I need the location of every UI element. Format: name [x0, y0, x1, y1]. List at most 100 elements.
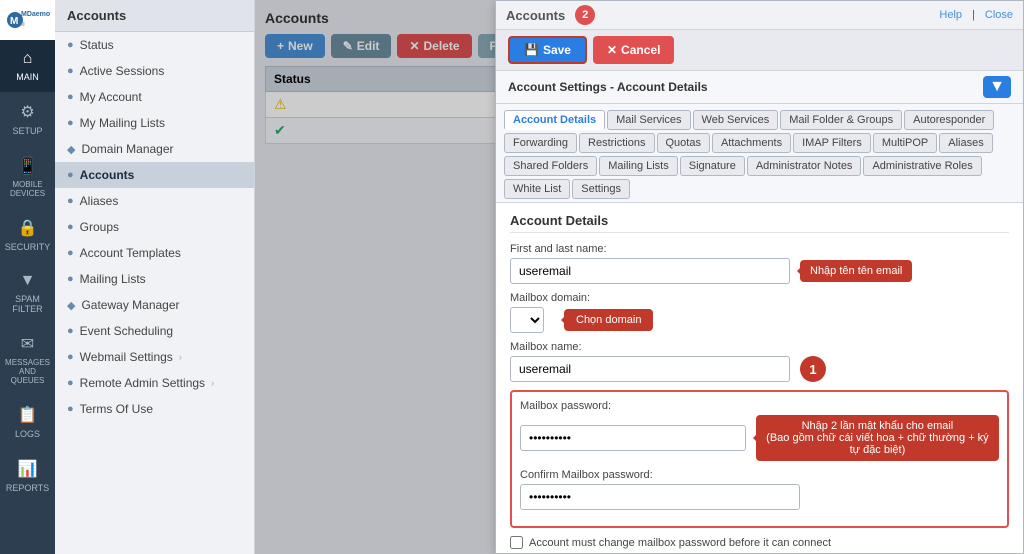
gear-icon: ⚙ [20, 102, 34, 122]
nav-label-aliases: Aliases [80, 194, 119, 208]
nav-item-terms[interactable]: ● Terms Of Use [55, 396, 254, 422]
tab-shared-folders[interactable]: Shared Folders [504, 156, 597, 176]
tab-attachments[interactable]: Attachments [712, 133, 791, 153]
modal-actions: 💾 Save ✕ Cancel [508, 36, 674, 64]
cancel-icon: ✕ [607, 43, 617, 57]
confirm-password-input[interactable] [520, 484, 800, 510]
nav-item-my-account[interactable]: ● My Account [55, 84, 254, 110]
modal-topbar-links: Help | Close [939, 9, 1013, 21]
chevron-down-icon[interactable]: ▼ [983, 76, 1011, 98]
nav-item-status[interactable]: ● Status [55, 32, 254, 58]
first-last-name-label: First and last name: [510, 243, 1009, 255]
tab-white-list[interactable]: White List [504, 179, 570, 199]
first-last-name-row: First and last name: Nhập tên tên email [510, 243, 1009, 284]
nav-item-groups[interactable]: ● Groups [55, 214, 254, 240]
password-label: Mailbox password: [520, 400, 999, 412]
sidebar-item-messages[interactable]: ✉ MESSAGES AND QUEUES [0, 324, 55, 395]
password-input[interactable] [520, 425, 746, 451]
sidebar-item-reports[interactable]: 📊 REPORTS [0, 449, 55, 503]
password-section: Mailbox password: Nhập 2 lần mật khẩu ch… [510, 390, 1009, 528]
tab-administrative-roles[interactable]: Administrative Roles [863, 156, 981, 176]
svg-text:M: M [10, 16, 18, 27]
nav-label-gateway-manager: Gateway Manager [81, 298, 179, 312]
tab-mail-services[interactable]: Mail Services [607, 110, 690, 130]
sidebar-item-logs[interactable]: 📋 LOGS [0, 395, 55, 449]
account-icon: ● [67, 91, 74, 103]
sidebar-label-reports: REPORTS [6, 483, 49, 493]
tab-mailing-lists[interactable]: Mailing Lists [599, 156, 678, 176]
nav-label-my-account: My Account [80, 90, 142, 104]
status-icon: ● [67, 39, 74, 51]
sessions-icon: ● [67, 65, 74, 77]
confirm-password-label: Confirm Mailbox password: [520, 469, 999, 481]
modal-badge: 2 [575, 5, 595, 25]
nav-item-gateway-manager[interactable]: ◆ Gateway Manager [55, 292, 254, 318]
nav-label-account-templates: Account Templates [80, 246, 181, 260]
tabs-row-4: White List Settings [504, 179, 1015, 199]
subtitle-text: Account Settings - Account Details [508, 80, 708, 94]
nav-item-my-mailing-lists[interactable]: ● My Mailing Lists [55, 110, 254, 136]
tab-administrator-notes[interactable]: Administrator Notes [747, 156, 862, 176]
help-link[interactable]: Help [939, 9, 962, 21]
password-hint-line1: Nhập 2 lần mật khẩu cho email [802, 420, 954, 432]
chart-icon: 📊 [18, 459, 38, 479]
nav-item-accounts[interactable]: ● Accounts [55, 162, 254, 188]
sidebar-item-spam[interactable]: ▼ SPAM FILTER [0, 262, 55, 324]
main-area: Accounts + New ✎ Edit ✕ Delete F... Stat… [255, 0, 1024, 554]
nav-item-active-sessions[interactable]: ● Active Sessions [55, 58, 254, 84]
save-button[interactable]: 💾 Save [508, 36, 587, 64]
first-last-name-input[interactable] [510, 258, 790, 284]
mailbox-name-label: Mailbox name: [510, 341, 1009, 353]
must-change-password-checkbox[interactable] [510, 536, 523, 549]
tabs-row-1: Account Details Mail Services Web Servic… [504, 110, 1015, 130]
nav-label-mailing-lists: Mailing Lists [80, 272, 146, 286]
nav-item-webmail-settings[interactable]: ● Webmail Settings › [55, 344, 254, 370]
tabs-row-3: Shared Folders Mailing Lists Signature A… [504, 156, 1015, 176]
sidebar-item-security[interactable]: 🔒 SECURITY [0, 208, 55, 262]
mailbox-domain-label: Mailbox domain: [510, 292, 1009, 304]
nav-label-active-sessions: Active Sessions [80, 64, 165, 78]
close-link[interactable]: Close [985, 9, 1013, 21]
nav-label-domain-manager: Domain Manager [81, 142, 173, 156]
nav-label-my-mailing-lists: My Mailing Lists [80, 116, 165, 130]
mailbox-name-input[interactable] [510, 356, 790, 382]
mailbox-domain-row: Mailbox domain: Chọn domain [510, 292, 1009, 333]
checkbox-row-1: Account must change mailbox password bef… [510, 536, 1009, 549]
tab-web-services[interactable]: Web Services [693, 110, 779, 130]
home-icon: ⌂ [23, 50, 33, 68]
cancel-button[interactable]: ✕ Cancel [593, 36, 674, 64]
tab-signature[interactable]: Signature [680, 156, 745, 176]
nav-item-domain-manager[interactable]: ◆ Domain Manager [55, 136, 254, 162]
tab-imap-filters[interactable]: IMAP Filters [793, 133, 871, 153]
tab-forwarding[interactable]: Forwarding [504, 133, 577, 153]
nav-item-mailing-lists[interactable]: ● Mailing Lists [55, 266, 254, 292]
groups-icon: ● [67, 221, 74, 233]
must-change-password-label: Account must change mailbox password bef… [529, 537, 831, 549]
domain-row: Chọn domain [510, 307, 1009, 333]
mailbox-domain-select[interactable] [510, 307, 544, 333]
tab-quotas[interactable]: Quotas [657, 133, 710, 153]
modal-topbar: Accounts 2 Help | Close [496, 1, 1023, 30]
sidebar: M MDaemon ® ⌂ MAIN ⚙ SETUP 📱 MOBILE DEVI… [0, 0, 55, 554]
tab-aliases[interactable]: Aliases [939, 133, 992, 153]
tab-settings[interactable]: Settings [572, 179, 630, 199]
tab-account-details[interactable]: Account Details [504, 110, 605, 130]
confirm-password-row: Confirm Mailbox password: [520, 469, 999, 510]
filter-icon: ▼ [20, 272, 36, 290]
nav-item-remote-admin[interactable]: ● Remote Admin Settings › [55, 370, 254, 396]
tab-restrictions[interactable]: Restrictions [579, 133, 654, 153]
mailing-lists-icon: ● [67, 273, 74, 285]
sidebar-item-main[interactable]: ⌂ MAIN [0, 40, 55, 92]
tab-multipop[interactable]: MultiPOP [873, 133, 937, 153]
tab-mail-folder-groups[interactable]: Mail Folder & Groups [780, 110, 902, 130]
sidebar-item-setup[interactable]: ⚙ SETUP [0, 92, 55, 146]
nav-item-account-templates[interactable]: ● Account Templates [55, 240, 254, 266]
nav-item-event-scheduling[interactable]: ● Event Scheduling [55, 318, 254, 344]
svg-text:MDaemon: MDaemon [21, 11, 50, 18]
aliases-icon: ● [67, 195, 74, 207]
tab-autoresponder[interactable]: Autoresponder [904, 110, 994, 130]
nav-item-aliases[interactable]: ● Aliases [55, 188, 254, 214]
sidebar-label-security: SECURITY [5, 242, 51, 252]
sidebar-item-mobile[interactable]: 📱 MOBILE DEVICES [0, 146, 55, 208]
event-icon: ● [67, 325, 74, 337]
